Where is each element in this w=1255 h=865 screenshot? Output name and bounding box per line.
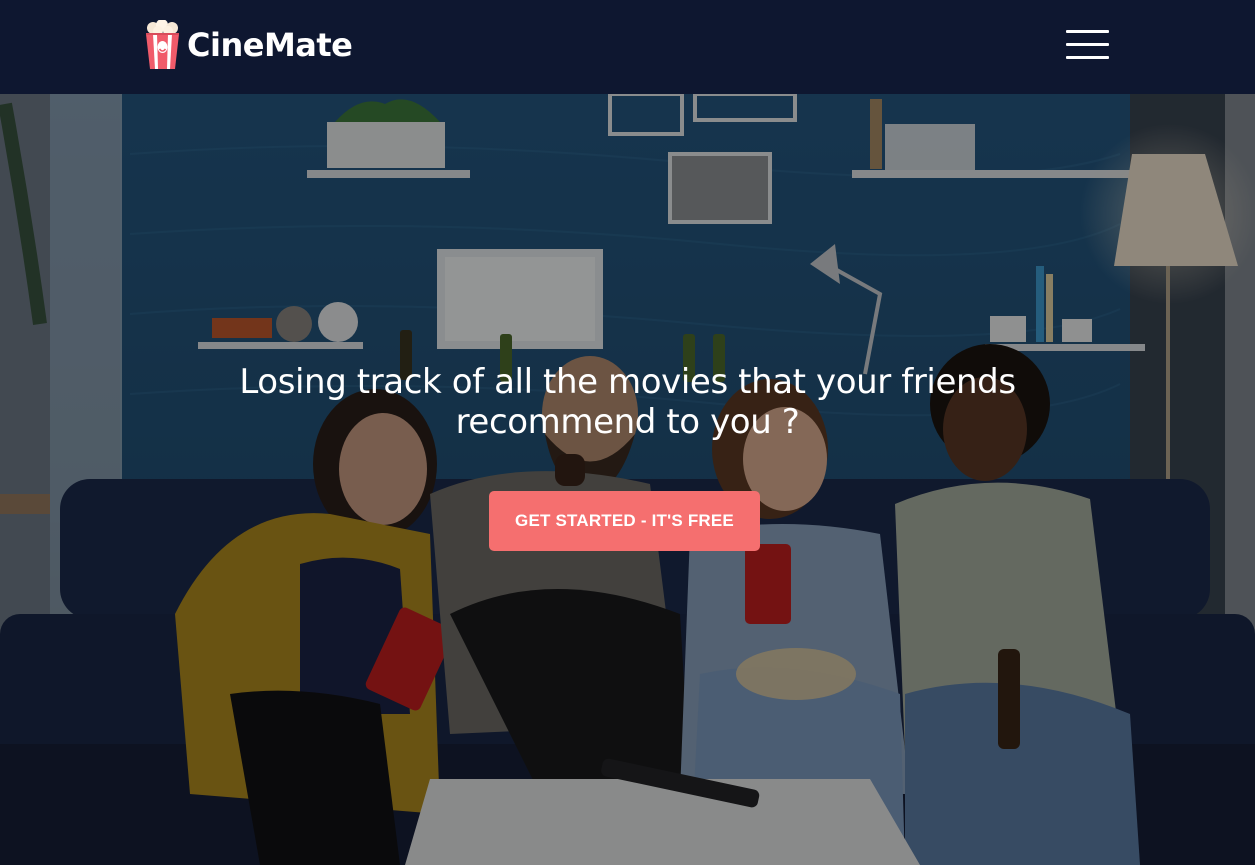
hero-title-line-2: recommend to you ? xyxy=(455,402,800,442)
top-navbar: CineMate xyxy=(0,0,1255,94)
hero-title-line-1: Losing track of all the movies that your… xyxy=(239,362,1016,402)
hero-title: Losing track of all the movies that your… xyxy=(0,362,1255,442)
popcorn-bucket-icon xyxy=(146,20,179,69)
brand-link[interactable]: CineMate xyxy=(144,20,353,70)
hamburger-menu-icon xyxy=(1066,30,1109,33)
hero-section: Losing track of all the movies that your… xyxy=(0,94,1255,865)
hamburger-menu-button[interactable] xyxy=(1064,28,1112,62)
brand-name: CineMate xyxy=(187,26,353,64)
get-started-button[interactable]: GET STARTED - IT'S FREE xyxy=(489,491,760,551)
hero-background-image xyxy=(0,94,1255,865)
